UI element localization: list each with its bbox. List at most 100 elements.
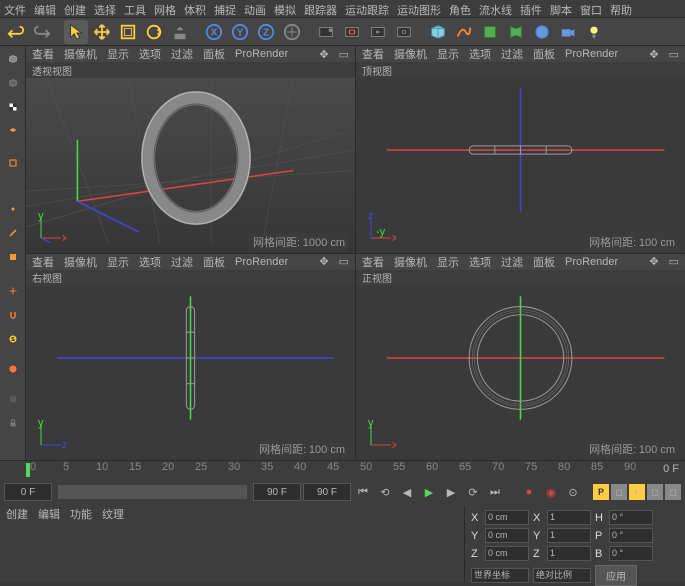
apply-button[interactable]: 应用 — [595, 565, 637, 586]
object-mode-button[interactable] — [2, 72, 24, 94]
goto-end-button[interactable]: ⏭ — [485, 482, 505, 502]
generator-button[interactable] — [478, 20, 502, 44]
viewport-perspective[interactable]: 查看 摄像机 显示 选项 过滤 面板 ProRender ✥ ▭ 透视视图 xy… — [26, 46, 355, 253]
scale-tool[interactable] — [116, 20, 140, 44]
viewport-front[interactable]: 查看摄像机显示选项过滤面板ProRender✥▭ 正视图 xy 网格间距: 10… — [356, 254, 685, 461]
z-size-field[interactable]: 1 — [547, 546, 591, 561]
menu-tools[interactable]: 工具 — [124, 2, 146, 15]
menu-mesh[interactable]: 网格 — [154, 2, 176, 15]
viewport-top[interactable]: 查看摄像机显示选项过滤面板ProRender✥▭ 顶视图 xz-y 网格间距: … — [356, 46, 685, 253]
z-pos-field[interactable]: 0 cm — [485, 546, 529, 561]
uv-mode-button[interactable] — [2, 152, 24, 174]
polygon-mode-button[interactable] — [2, 246, 24, 268]
menu-pipeline[interactable]: 流水线 — [479, 2, 512, 15]
record-button[interactable]: ● — [519, 482, 539, 502]
tab-texture[interactable]: 纹理 — [102, 506, 124, 522]
timeline-ruler[interactable]: 0 F 051015202530354045505560657075808590 — [0, 461, 685, 479]
prev-key-button[interactable]: ⟲ — [375, 482, 395, 502]
tab-create[interactable]: 创建 — [6, 506, 28, 522]
vp-br-canvas[interactable]: xy 网格间距: 100 cm — [356, 286, 685, 461]
end-frame-field[interactable] — [303, 483, 351, 501]
key-options-button[interactable]: ⊙ — [563, 482, 583, 502]
menu-edit[interactable]: 编辑 — [34, 2, 56, 15]
axis-button[interactable] — [2, 280, 24, 302]
environment-button[interactable] — [530, 20, 554, 44]
y-size-field[interactable]: 1 — [547, 528, 591, 543]
select-tool[interactable] — [64, 20, 88, 44]
vp-tl-canvas[interactable]: xy 网格间距: 1000 cm — [26, 78, 355, 253]
y-pos-field[interactable]: 0 cm — [485, 528, 529, 543]
vp-menu-panel[interactable]: 面板 — [203, 46, 225, 62]
redo-button[interactable] — [30, 20, 54, 44]
menu-character[interactable]: 角色 — [449, 2, 471, 15]
menu-plugins[interactable]: 插件 — [520, 2, 542, 15]
render-region-button[interactable] — [340, 20, 364, 44]
viewport-right[interactable]: 查看摄像机显示选项过滤面板ProRender✥▭ 右视图 zy 网格间距: 10… — [26, 254, 355, 461]
y-axis-button[interactable]: Y — [228, 20, 252, 44]
undo-button[interactable] — [4, 20, 28, 44]
menu-window[interactable]: 窗口 — [580, 2, 602, 15]
key-pla-button[interactable]: ◻ — [665, 484, 681, 500]
rotate-tool[interactable] — [142, 20, 166, 44]
tab-function[interactable]: 功能 — [70, 506, 92, 522]
start-frame-field[interactable] — [4, 483, 52, 501]
menu-select[interactable]: 选择 — [94, 2, 116, 15]
h-rot-field[interactable]: 0 ° — [609, 510, 653, 525]
point-mode-button[interactable] — [2, 198, 24, 220]
menu-create[interactable]: 创建 — [64, 2, 86, 15]
menu-volume[interactable]: 体积 — [184, 2, 206, 15]
menu-snap[interactable]: 捕捉 — [214, 2, 236, 15]
render-button[interactable] — [314, 20, 338, 44]
goto-start-button[interactable]: ⏮ — [353, 482, 373, 502]
prev-frame-button[interactable]: ◀ — [397, 482, 417, 502]
autokey-button[interactable]: ◉ — [541, 482, 561, 502]
menu-animate[interactable]: 动画 — [244, 2, 266, 15]
lock-button[interactable] — [2, 412, 24, 434]
menu-motiontrack[interactable]: 运动跟踪 — [345, 2, 389, 15]
edge-mode-button[interactable] — [2, 222, 24, 244]
vp-menu-display[interactable]: 显示 — [107, 46, 129, 62]
vp-menu-options[interactable]: 选项 — [139, 46, 161, 62]
menu-tracker[interactable]: 跟踪器 — [304, 2, 337, 15]
vp-menu-prorender[interactable]: ProRender — [235, 48, 288, 60]
z-axis-button[interactable]: Z — [254, 20, 278, 44]
vp-menu-filter[interactable]: 过滤 — [171, 46, 193, 62]
last-tool[interactable] — [168, 20, 192, 44]
key-param-button[interactable]: ◻ — [647, 484, 663, 500]
range-end-field[interactable] — [253, 483, 301, 501]
vp-tr-canvas[interactable]: xz-y 网格间距: 100 cm — [356, 78, 685, 253]
vp-bl-canvas[interactable]: zy 网格间距: 100 cm — [26, 286, 355, 461]
key-scale-button[interactable]: ◻ — [611, 484, 627, 500]
menu-script[interactable]: 脚本 — [550, 2, 572, 15]
render-pv-button[interactable] — [366, 20, 390, 44]
model-mode-button[interactable] — [2, 48, 24, 70]
snap-button[interactable] — [2, 304, 24, 326]
x-size-field[interactable]: 1 — [547, 510, 591, 525]
p-rot-field[interactable]: 0 ° — [609, 528, 653, 543]
b-rot-field[interactable]: 0 ° — [609, 546, 653, 561]
soft-select-button[interactable] — [2, 358, 24, 380]
vp-menu-camera[interactable]: 摄像机 — [64, 46, 97, 62]
vp-max-icon[interactable]: ▭ — [339, 48, 349, 61]
camera-button[interactable] — [556, 20, 580, 44]
menu-mograph[interactable]: 运动图形 — [397, 2, 441, 15]
cube-primitive-button[interactable] — [426, 20, 450, 44]
menu-simulate[interactable]: 模拟 — [274, 2, 296, 15]
x-pos-field[interactable]: 0 cm — [485, 510, 529, 525]
coord-system-button[interactable] — [280, 20, 304, 44]
spline-button[interactable] — [452, 20, 476, 44]
symmetry-button[interactable]: S — [2, 328, 24, 350]
key-pos-button[interactable]: P — [593, 484, 609, 500]
deformer-button[interactable] — [504, 20, 528, 44]
vp-nav-icon[interactable]: ✥ — [319, 48, 328, 61]
timeline-slider[interactable] — [58, 485, 247, 499]
workplane-button[interactable] — [2, 120, 24, 142]
grid-button[interactable] — [2, 388, 24, 410]
next-key-button[interactable]: ⟳ — [463, 482, 483, 502]
scale-mode-select[interactable]: 绝对比例 — [533, 568, 591, 583]
key-rot-button[interactable]: ◐ — [629, 484, 645, 500]
render-settings-button[interactable] — [392, 20, 416, 44]
light-button[interactable] — [582, 20, 606, 44]
vp-menu-view[interactable]: 查看 — [32, 46, 54, 62]
play-button[interactable]: ▶ — [419, 482, 439, 502]
